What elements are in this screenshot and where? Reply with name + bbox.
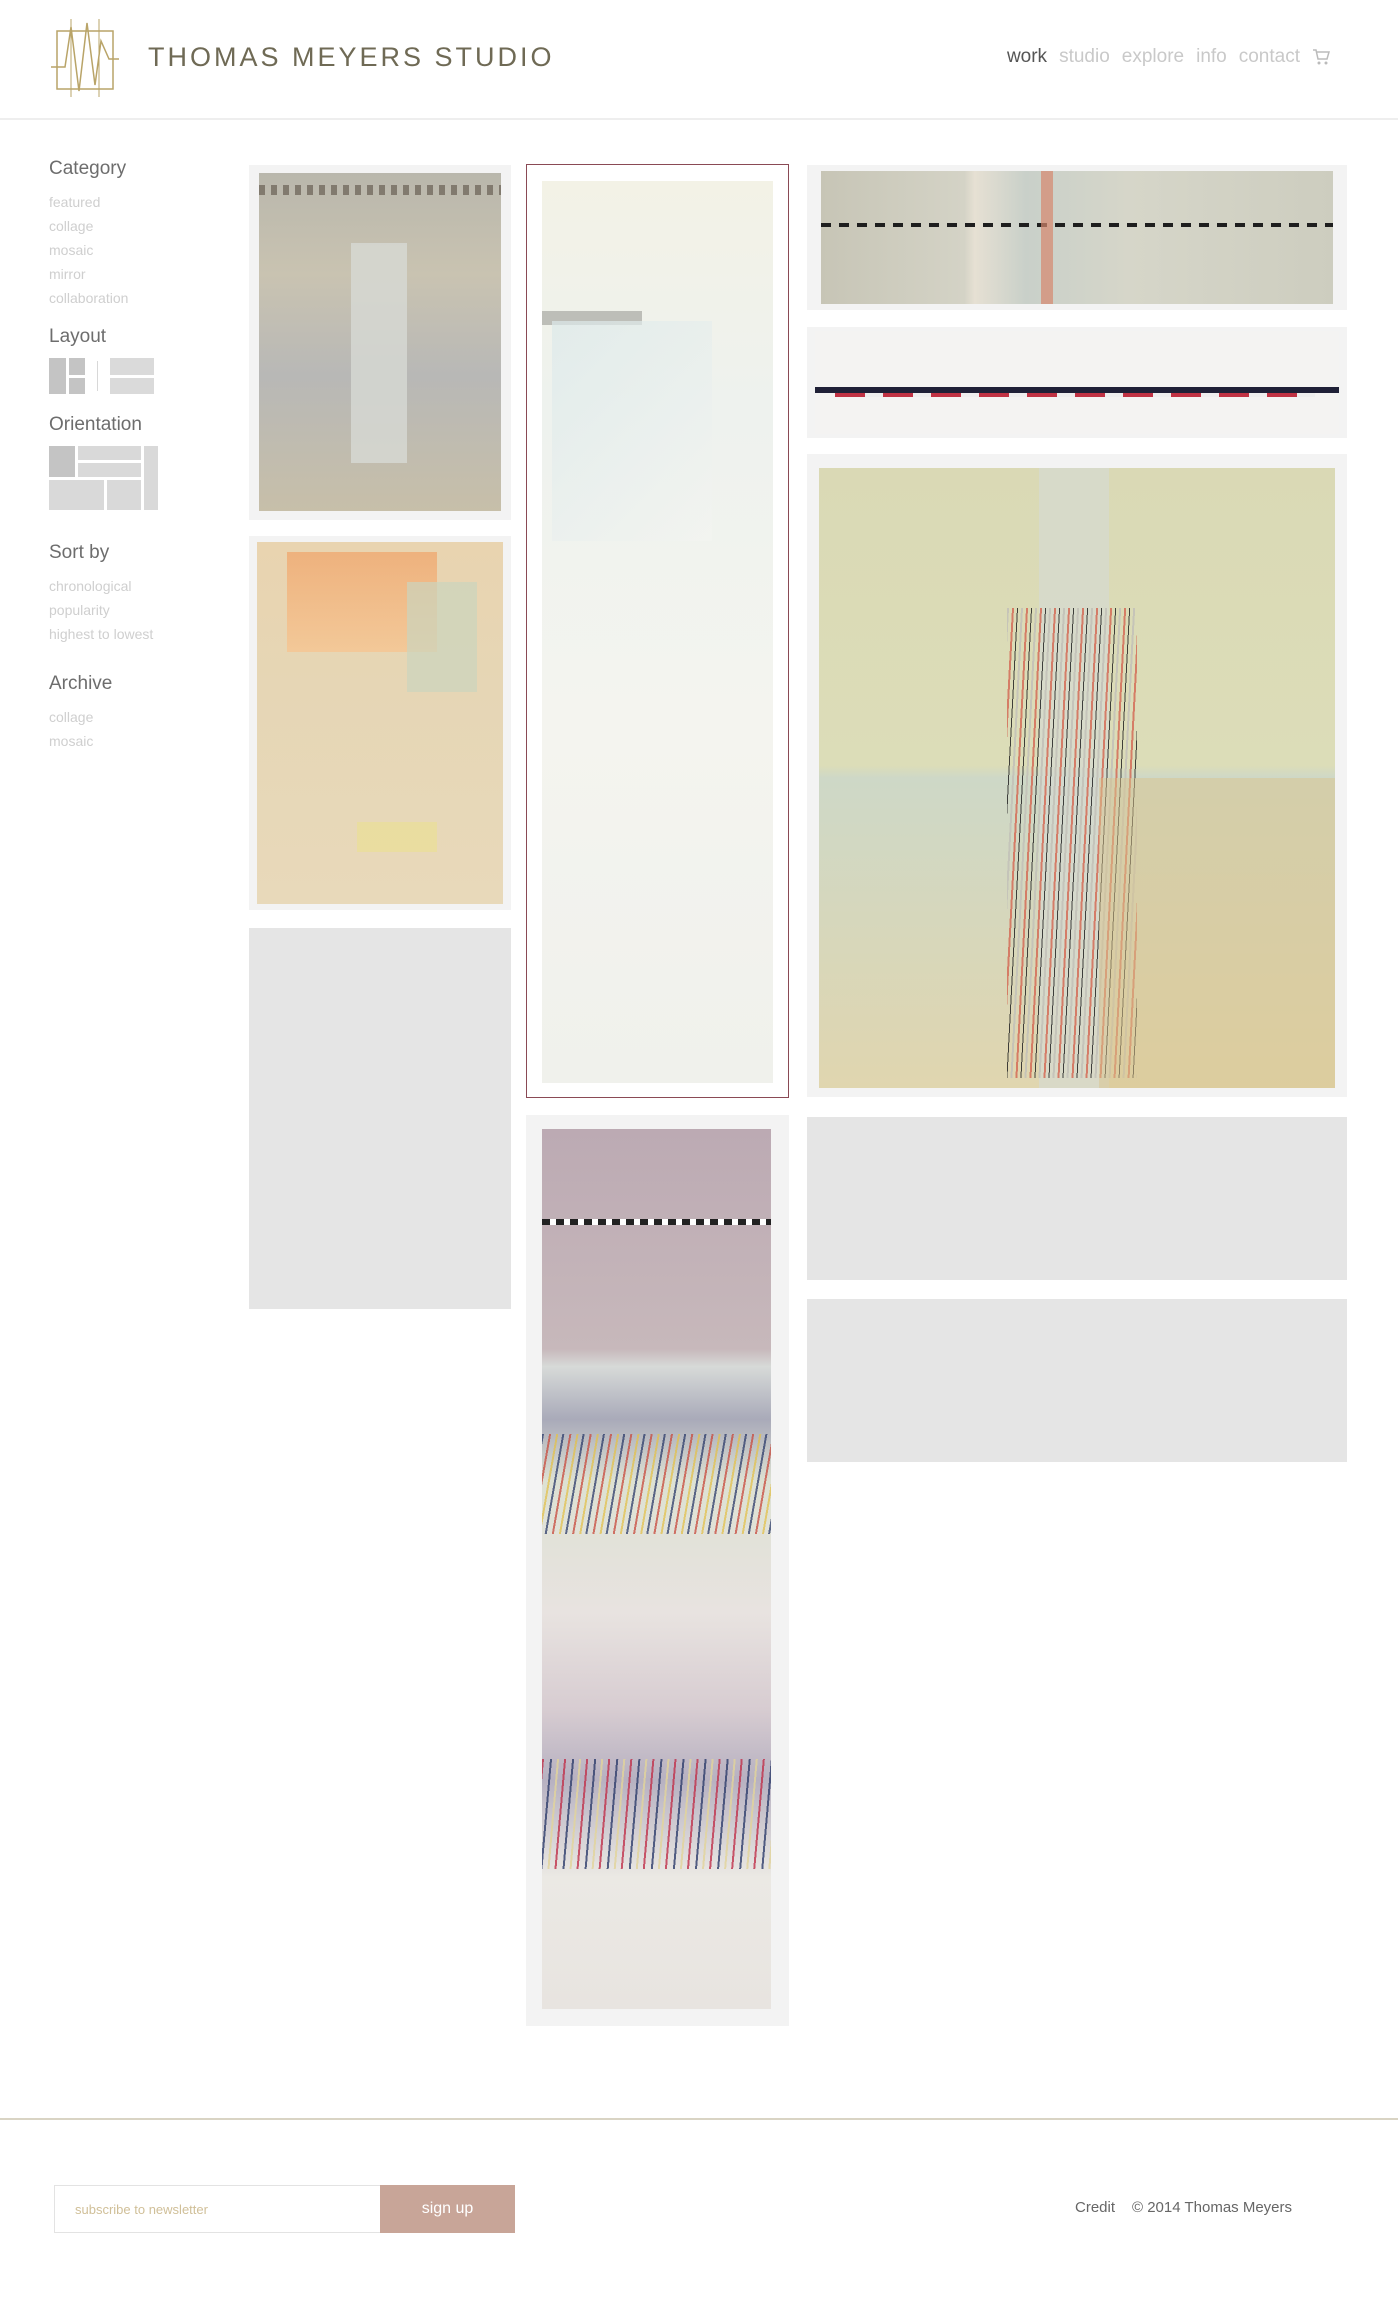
category-mirror[interactable]: mirror (49, 262, 128, 286)
brand-name[interactable]: THOMAS MEYERS STUDIO (148, 42, 555, 73)
site-header: THOMAS MEYERS STUDIO work studio explore… (0, 0, 1398, 120)
credit-link[interactable]: Credit (1075, 2199, 1115, 2216)
signup-button[interactable]: sign up (380, 2185, 515, 2233)
sort-highest-to-lowest[interactable]: highest to lowest (49, 622, 153, 646)
artwork-tile[interactable] (807, 165, 1347, 310)
artwork-tile[interactable] (807, 454, 1347, 1097)
artwork-tile-selected[interactable] (526, 164, 789, 1098)
artwork-tile[interactable] (807, 327, 1347, 438)
artwork-tile[interactable] (526, 1115, 789, 2026)
sort-chronological[interactable]: chronological (49, 574, 153, 598)
archive-section: Archive collage mosaic (49, 673, 112, 767)
grid-layout-icon[interactable] (49, 358, 85, 394)
artwork-tile[interactable] (249, 536, 511, 910)
archive-collage[interactable]: collage (49, 705, 112, 729)
artwork-placeholder[interactable] (249, 928, 511, 1309)
copyright-text: © 2014 Thomas Meyers (1132, 2199, 1293, 2216)
category-section: Category featured collage mosaic mirror … (49, 158, 128, 324)
category-collage[interactable]: collage (49, 214, 128, 238)
nav-explore[interactable]: explore (1122, 46, 1184, 68)
artwork-image (819, 468, 1335, 1088)
orientation-heading: Orientation (49, 414, 142, 435)
category-heading: Category (49, 158, 127, 179)
footer-divider (0, 2118, 1398, 2120)
orientation-section: Orientation (49, 414, 158, 518)
nav-studio[interactable]: studio (1059, 46, 1110, 68)
cart-icon[interactable] (1312, 48, 1330, 66)
artwork-image (815, 331, 1339, 434)
artwork-placeholder[interactable] (807, 1117, 1347, 1280)
list-layout-icon[interactable] (110, 358, 154, 394)
sort-popularity[interactable]: popularity (49, 598, 153, 622)
main-nav: work studio explore info contact (1007, 46, 1330, 68)
orientation-icon[interactable] (49, 446, 158, 518)
artwork-image (257, 542, 503, 904)
category-mosaic[interactable]: mosaic (49, 238, 128, 262)
layout-divider (97, 361, 98, 391)
artwork-image (821, 171, 1333, 304)
nav-contact[interactable]: contact (1239, 46, 1300, 68)
artwork-placeholder[interactable] (807, 1299, 1347, 1462)
layout-section: Layout (49, 326, 154, 394)
category-featured[interactable]: featured (49, 190, 128, 214)
artwork-tile[interactable] (249, 165, 511, 520)
nav-work[interactable]: work (1007, 46, 1047, 68)
nav-info[interactable]: info (1196, 46, 1227, 68)
newsletter-input[interactable] (54, 2185, 382, 2233)
artwork-image (542, 1129, 771, 2009)
archive-mosaic[interactable]: mosaic (49, 729, 112, 753)
sort-section: Sort by chronological popularity highest… (49, 542, 153, 660)
layout-heading: Layout (49, 326, 107, 347)
artwork-image (542, 181, 773, 1083)
artwork-image (259, 173, 501, 511)
category-collaboration[interactable]: collaboration (49, 286, 128, 310)
sort-heading: Sort by (49, 542, 110, 563)
studio-logo-icon[interactable] (49, 19, 121, 97)
archive-heading: Archive (49, 673, 113, 694)
